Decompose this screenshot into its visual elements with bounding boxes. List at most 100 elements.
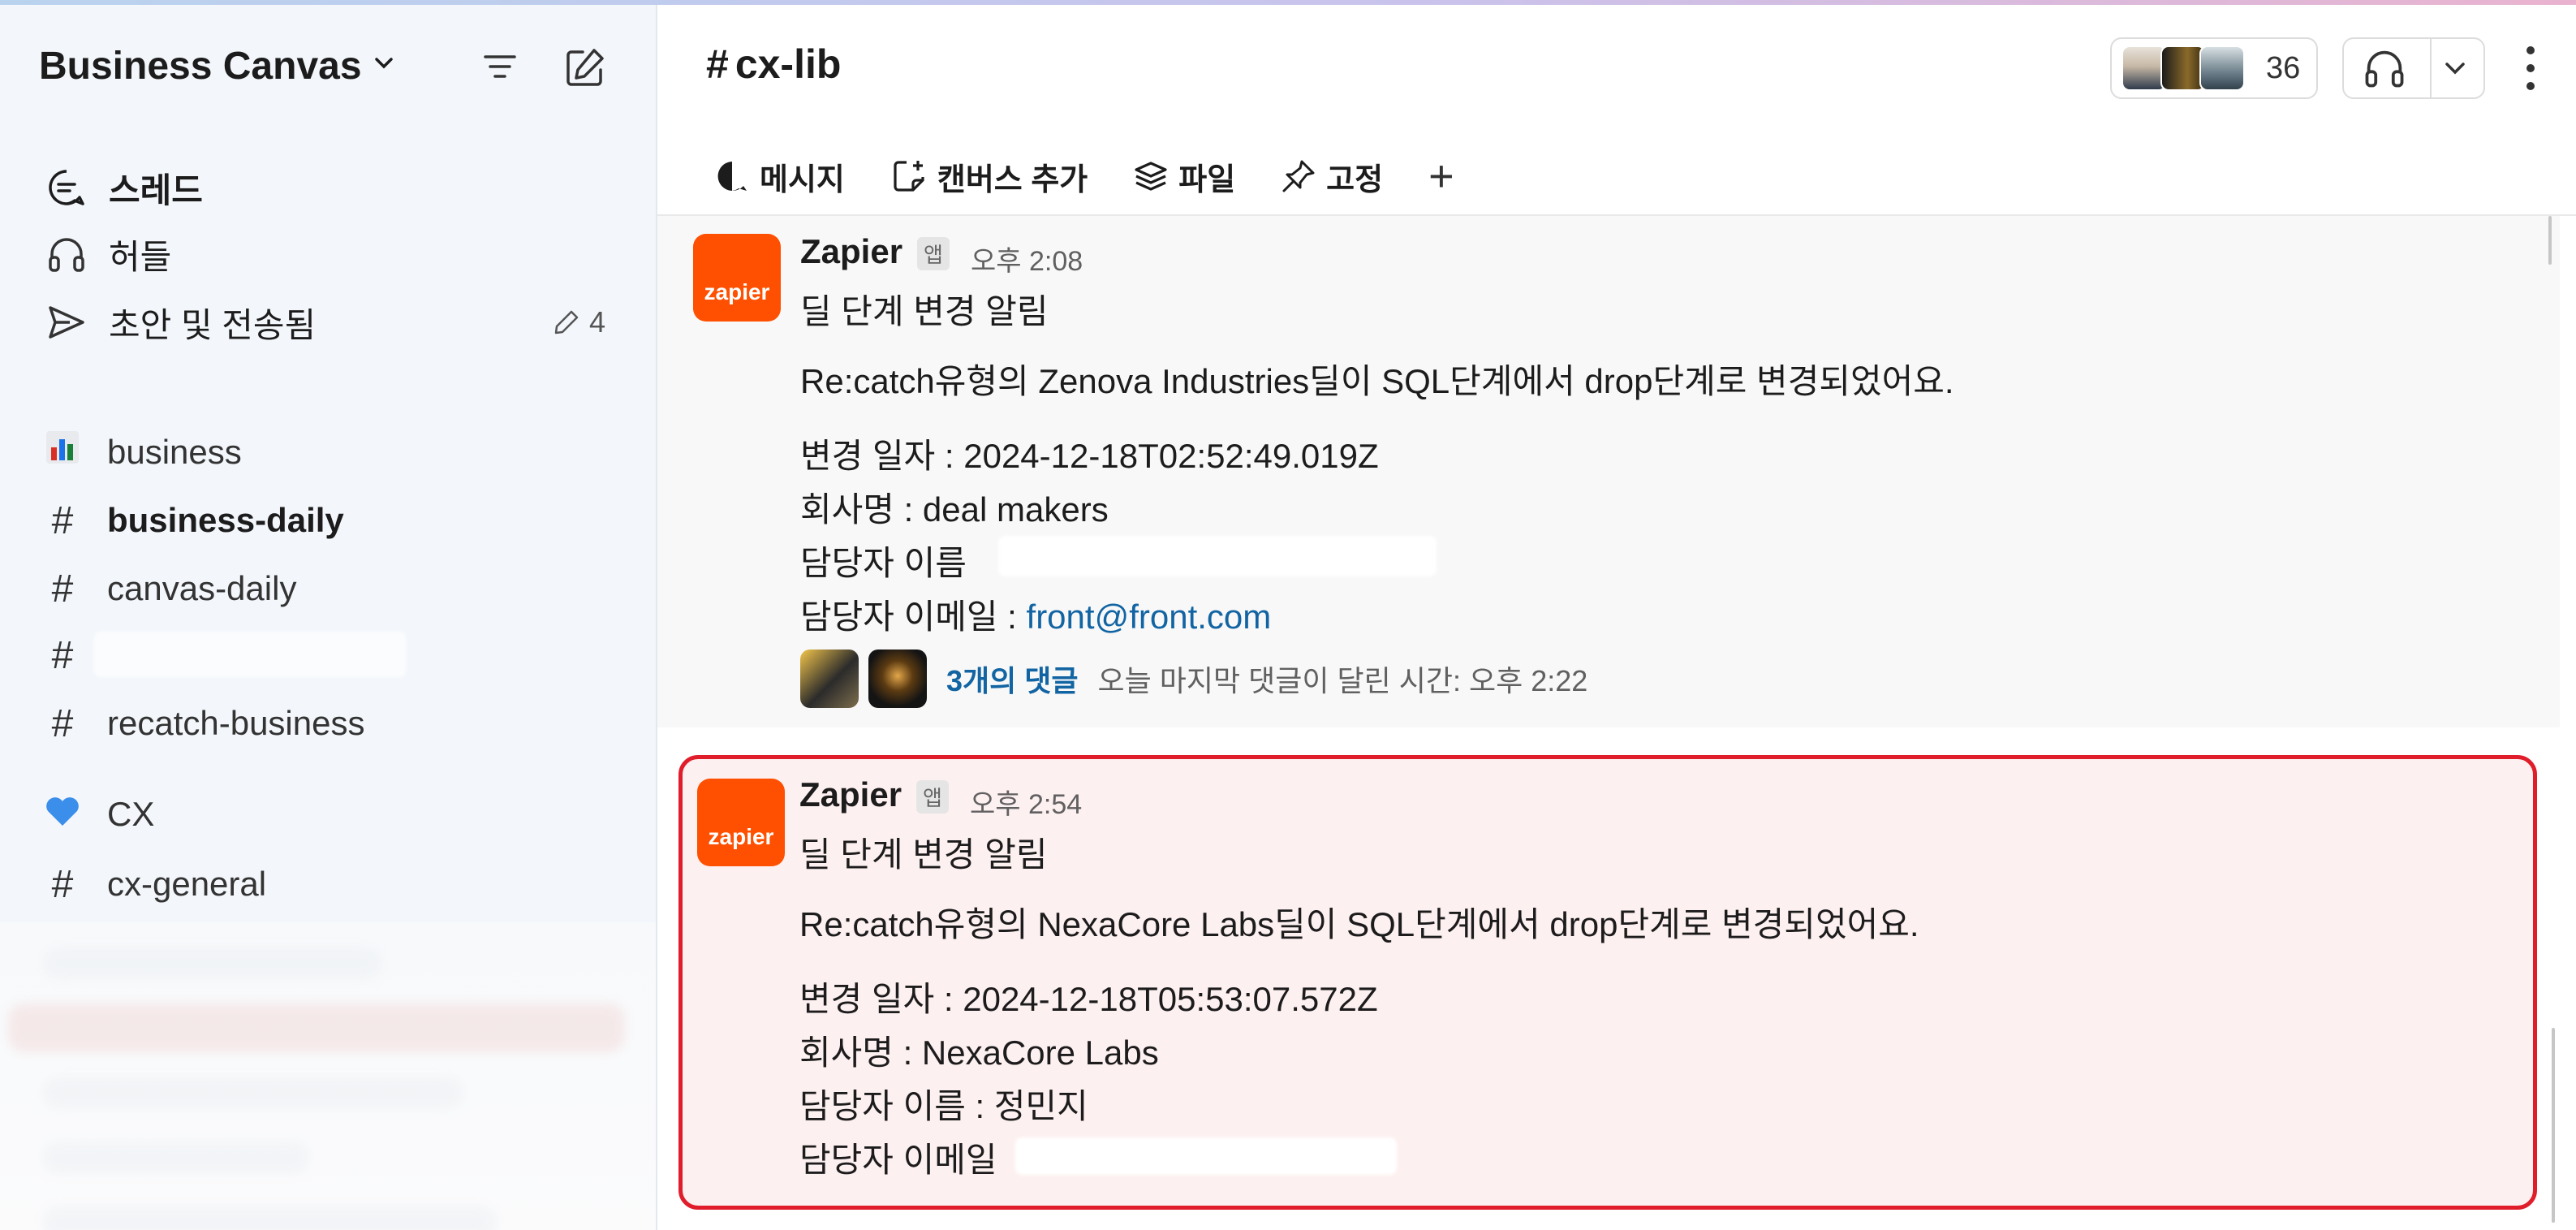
tab-label: 고정 xyxy=(1326,162,1384,197)
scrollbar[interactable] xyxy=(2552,1028,2555,1223)
obscured-row xyxy=(42,947,383,979)
add-tab-button[interactable]: + xyxy=(1428,151,1454,201)
email-link[interactable]: front@front.com xyxy=(1027,598,1272,636)
tab-files[interactable]: 파일 xyxy=(1133,154,1235,199)
last-reply-time: 오늘 마지막 댓글이 달린 시간: 오후 2:22 xyxy=(1097,664,1588,697)
sidebar-item-label: 스레드 xyxy=(109,170,203,209)
obscured-row xyxy=(42,1077,464,1109)
more-options-icon[interactable] xyxy=(2524,44,2537,93)
sidebar-channel-business[interactable]: business xyxy=(42,424,242,481)
message-time[interactable]: 오후 2:08 xyxy=(971,239,1083,278)
message-body: Re:catch유형의 NexaCore Labs딜이 SQL단계에서 drop… xyxy=(799,905,1919,943)
headphones-icon xyxy=(42,230,91,278)
tab-pinned[interactable]: 고정 xyxy=(1281,154,1383,199)
hash-icon: # xyxy=(51,633,74,677)
message-icon xyxy=(717,162,747,191)
hash-icon: # xyxy=(51,862,74,906)
channel-label: business-daily xyxy=(107,501,344,539)
send-icon xyxy=(42,298,91,347)
tab-label: 캔버스 추가 xyxy=(937,162,1088,197)
compose-icon[interactable] xyxy=(562,45,607,91)
channel-title[interactable]: # cx-lib xyxy=(706,41,841,88)
chevron-down-icon[interactable] xyxy=(373,55,394,71)
tab-label: 파일 xyxy=(1178,162,1236,197)
sidebar-item-drafts[interactable]: 초안 및 전송됨 xyxy=(42,294,316,351)
sidebar-item-label: 허들 xyxy=(109,237,172,276)
redacted-value xyxy=(998,536,1437,576)
app-badge: 앱 xyxy=(917,237,950,270)
message-field: 변경 일자 : 2024-12-18T05:53:07.572Z xyxy=(799,980,1378,1018)
message-field: 담당자 이메일 : front@front.com xyxy=(800,589,1271,639)
message-highlighted[interactable]: zapier Zapier 앱 오후 2:54 딜 단계 변경 알림 Re:ca… xyxy=(678,755,2537,1210)
obscured-row xyxy=(42,1206,497,1230)
message[interactable]: zapier Zapier 앱 오후 2:08 딜 단계 변경 알림 Re:ca… xyxy=(657,216,2560,727)
message-title: 딜 단계 변경 알림 xyxy=(800,292,1049,330)
huddle-button[interactable] xyxy=(2342,37,2485,99)
reply-count-link[interactable]: 3개의 댓글 xyxy=(946,658,1079,700)
sidebar: Business Canvas 스레드 허들 초안 및 전송됨 4 busine… xyxy=(0,5,657,1230)
sidebar-obscured-area xyxy=(0,922,656,1230)
tab-add-canvas[interactable]: 캔버스 추가 xyxy=(890,154,1088,199)
scrollbar[interactable] xyxy=(2548,216,2552,265)
hash-icon: # xyxy=(51,567,74,611)
chart-emoji-icon xyxy=(42,429,83,475)
channel-view: # cx-lib 36 메시지 캔버스 추가 파일 고정 + zapier Za… xyxy=(657,5,2576,1230)
avatar xyxy=(800,650,859,708)
sidebar-channel-cx-general[interactable]: # cx-general xyxy=(42,856,266,913)
message-sender[interactable]: Zapier xyxy=(800,232,902,271)
hash-icon: # xyxy=(51,498,74,542)
message-field: 담당자 이메일 xyxy=(799,1141,997,1179)
sidebar-section-cx[interactable]: CX xyxy=(42,786,154,843)
workspace-name[interactable]: Business Canvas xyxy=(39,44,362,88)
message-field: 회사명 : NexaCore Labs xyxy=(799,1034,1159,1072)
field-label: 담당자 이메일 : xyxy=(800,598,1027,636)
filter-icon[interactable] xyxy=(479,45,521,88)
message-field: 담당자 이름 xyxy=(800,544,967,582)
hash-icon: # xyxy=(51,701,74,745)
message-field: 회사명 : deal makers xyxy=(800,490,1109,529)
sidebar-channel-canvas-daily[interactable]: # canvas-daily xyxy=(42,560,297,617)
draft-count-value: 4 xyxy=(589,305,606,339)
member-avatars-button[interactable]: 36 xyxy=(2110,37,2318,99)
sidebar-item-label: 초안 및 전송됨 xyxy=(109,305,317,344)
sidebar-item-threads[interactable]: 스레드 xyxy=(42,159,203,216)
channel-label: business xyxy=(107,433,242,471)
sidebar-item-huddles[interactable]: 허들 xyxy=(42,226,171,283)
hash-icon: # xyxy=(706,41,729,87)
tab-messages[interactable]: 메시지 xyxy=(714,154,845,199)
headphones-icon xyxy=(2365,50,2404,88)
divider xyxy=(2430,37,2432,99)
channel-label: canvas-daily xyxy=(107,569,297,607)
obscured-row xyxy=(42,1142,310,1174)
thread-replies[interactable]: 3개의 댓글 오늘 마지막 댓글이 달린 시간: 오후 2:22 xyxy=(800,650,1587,708)
redacted-value xyxy=(1015,1137,1397,1175)
sidebar-channel-recatch-business[interactable]: # recatch-business xyxy=(42,695,365,752)
obscured-row xyxy=(8,1003,625,1052)
sidebar-channel-business-daily[interactable]: # business-daily xyxy=(42,492,344,549)
avatar xyxy=(2199,45,2245,91)
channel-label: cx-general xyxy=(107,865,267,903)
zapier-logo[interactable]: zapier xyxy=(697,779,785,866)
channel-tabs: 메시지 캔버스 추가 파일 고정 + xyxy=(714,151,1500,201)
message-field: 담당자 이름 : 정민지 xyxy=(799,1087,1088,1125)
channel-label: recatch-business xyxy=(107,704,365,742)
avatar xyxy=(868,650,927,708)
zapier-logo[interactable]: zapier xyxy=(693,234,781,322)
message-body: Re:catch유형의 Zenova Industries딜이 SQL단계에서 … xyxy=(800,362,1954,400)
pin-icon xyxy=(1282,160,1315,192)
tab-label: 메시지 xyxy=(760,162,845,197)
member-count: 36 xyxy=(2266,50,2301,85)
message-sender[interactable]: Zapier xyxy=(799,775,902,814)
canvas-add-icon xyxy=(894,161,924,192)
message-title: 딜 단계 변경 알림 xyxy=(799,835,1048,874)
channel-label: CX xyxy=(107,795,155,833)
redacted-channel-name xyxy=(94,632,406,677)
files-icon xyxy=(1135,162,1167,191)
message-field: 변경 일자 : 2024-12-18T02:52:49.019Z xyxy=(800,437,1379,475)
chevron-down-icon[interactable] xyxy=(2443,58,2467,78)
message-time[interactable]: 오후 2:54 xyxy=(970,782,1082,822)
channel-name: cx-lib xyxy=(734,41,842,87)
app-badge: 앱 xyxy=(916,780,949,814)
draft-count: 4 xyxy=(552,305,605,339)
blue-heart-icon xyxy=(42,792,83,837)
